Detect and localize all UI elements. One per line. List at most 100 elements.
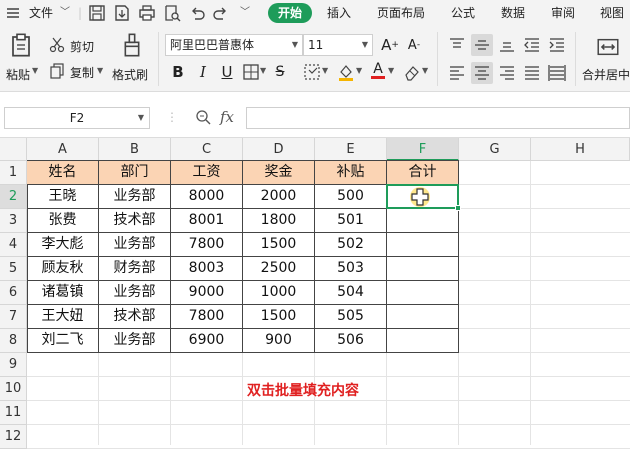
table-cell[interactable]: 505: [315, 305, 387, 329]
table-cell[interactable]: 诸葛镇: [27, 281, 99, 305]
format-painter-button[interactable]: 格式刷: [112, 66, 148, 83]
column-header-f[interactable]: F: [387, 138, 459, 161]
redo-icon[interactable]: [212, 4, 230, 22]
tab-home[interactable]: 开始: [268, 3, 313, 23]
align-right-icon[interactable]: [496, 62, 518, 84]
tab-review[interactable]: 审阅: [551, 0, 575, 26]
quick-access-chevron-icon[interactable]: ﹀: [240, 0, 250, 26]
strikethrough-icon[interactable]: S: [270, 62, 290, 82]
select-all-corner[interactable]: [0, 138, 27, 161]
row-header-3[interactable]: 3: [0, 209, 27, 233]
save-icon[interactable]: [88, 4, 106, 22]
table-cell[interactable]: 8003: [171, 257, 243, 281]
column-header-e[interactable]: E: [315, 138, 387, 161]
tab-page-layout[interactable]: 页面布局: [377, 0, 425, 26]
increase-font-icon[interactable]: A +: [380, 35, 400, 55]
distributed-align-icon[interactable]: [546, 62, 568, 84]
justify-icon[interactable]: [521, 62, 543, 84]
column-header-h[interactable]: H: [531, 138, 630, 161]
table-cell[interactable]: 500: [315, 185, 387, 209]
bold-icon[interactable]: B: [168, 62, 188, 82]
table-cell[interactable]: 王大妞: [27, 305, 99, 329]
file-menu-chevron-icon[interactable]: ﹀: [60, 0, 70, 26]
table-cell[interactable]: 业务部: [99, 329, 171, 353]
column-header-d[interactable]: D: [243, 138, 315, 161]
align-top-icon[interactable]: [446, 34, 468, 56]
table-cell[interactable]: [387, 281, 459, 305]
align-left-icon[interactable]: [446, 62, 468, 84]
table-cell[interactable]: 刘二飞: [27, 329, 99, 353]
table-header-cell[interactable]: 姓名: [27, 161, 99, 185]
column-header-b[interactable]: B: [99, 138, 171, 161]
undo-icon[interactable]: [188, 4, 206, 22]
align-center-icon[interactable]: [471, 62, 493, 84]
formula-input[interactable]: [246, 107, 630, 129]
align-middle-icon[interactable]: [471, 34, 493, 56]
align-bottom-icon[interactable]: [496, 34, 518, 56]
paste-icon[interactable]: [6, 30, 36, 60]
zoom-search-icon[interactable]: [194, 108, 212, 126]
table-cell[interactable]: 7800: [171, 305, 243, 329]
print-icon[interactable]: [138, 4, 156, 22]
cut-button[interactable]: 剪切: [70, 38, 94, 55]
table-cell[interactable]: 8001: [171, 209, 243, 233]
table-header-cell[interactable]: 合计: [387, 161, 459, 185]
table-cell[interactable]: 1000: [243, 281, 315, 305]
table-cell[interactable]: [387, 209, 459, 233]
borders-icon[interactable]: [241, 62, 261, 82]
row-header-10[interactable]: 10: [0, 377, 27, 401]
copy-icon[interactable]: [48, 62, 66, 80]
font-color-chevron-icon[interactable]: ▼: [388, 66, 394, 75]
fill-color-icon[interactable]: [336, 62, 356, 82]
table-cell[interactable]: 9000: [171, 281, 243, 305]
table-cell[interactable]: 1500: [243, 305, 315, 329]
table-cell[interactable]: 2500: [243, 257, 315, 281]
fill-color-chevron-icon[interactable]: ▼: [356, 66, 362, 75]
table-cell[interactable]: 1500: [243, 233, 315, 257]
export-icon[interactable]: [113, 4, 131, 22]
table-cell[interactable]: 张费: [27, 209, 99, 233]
eraser-chevron-icon[interactable]: ▼: [422, 66, 428, 75]
eraser-icon[interactable]: [402, 62, 422, 82]
merge-center-button[interactable]: 合并居中: [582, 66, 630, 83]
cell-fill-pattern-icon[interactable]: [302, 62, 322, 82]
table-cell[interactable]: 502: [315, 233, 387, 257]
row-header-4[interactable]: 4: [0, 233, 27, 257]
table-cell[interactable]: 900: [243, 329, 315, 353]
fill-handle[interactable]: [455, 205, 461, 211]
table-header-cell[interactable]: 奖金: [243, 161, 315, 185]
italic-icon[interactable]: I: [193, 62, 213, 82]
format-painter-icon[interactable]: [117, 30, 147, 60]
table-cell[interactable]: 6900: [171, 329, 243, 353]
function-icon[interactable]: fx: [220, 108, 234, 126]
merge-center-icon[interactable]: [595, 34, 621, 60]
tab-formulas[interactable]: 公式: [451, 0, 475, 26]
table-cell[interactable]: 业务部: [99, 185, 171, 209]
row-header-11[interactable]: 11: [0, 401, 27, 425]
font-name-select[interactable]: 阿里巴巴普惠体 ▼: [165, 34, 303, 56]
borders-chevron-icon[interactable]: ▼: [260, 66, 266, 75]
table-cell[interactable]: 7800: [171, 233, 243, 257]
row-header-12[interactable]: 12: [0, 425, 27, 449]
column-header-c[interactable]: C: [171, 138, 243, 161]
column-header-a[interactable]: A: [27, 138, 99, 161]
column-header-g[interactable]: G: [459, 138, 531, 161]
tab-insert[interactable]: 插入: [327, 0, 351, 26]
row-header-2[interactable]: 2: [0, 185, 27, 209]
print-preview-icon[interactable]: [163, 4, 181, 22]
fill-pattern-chevron-icon[interactable]: ▼: [322, 66, 328, 75]
name-box[interactable]: F2 ▼: [4, 107, 150, 129]
row-header-5[interactable]: 5: [0, 257, 27, 281]
table-header-cell[interactable]: 部门: [99, 161, 171, 185]
tab-data[interactable]: 数据: [501, 0, 525, 26]
table-cell[interactable]: 业务部: [99, 281, 171, 305]
paste-button[interactable]: 粘贴: [6, 66, 30, 83]
table-cell[interactable]: 财务部: [99, 257, 171, 281]
table-cell[interactable]: 2000: [243, 185, 315, 209]
table-cell[interactable]: [387, 329, 459, 353]
table-cell[interactable]: 1800: [243, 209, 315, 233]
table-cell[interactable]: [387, 233, 459, 257]
row-header-7[interactable]: 7: [0, 305, 27, 329]
increase-indent-icon[interactable]: [546, 34, 568, 56]
table-cell[interactable]: [387, 305, 459, 329]
